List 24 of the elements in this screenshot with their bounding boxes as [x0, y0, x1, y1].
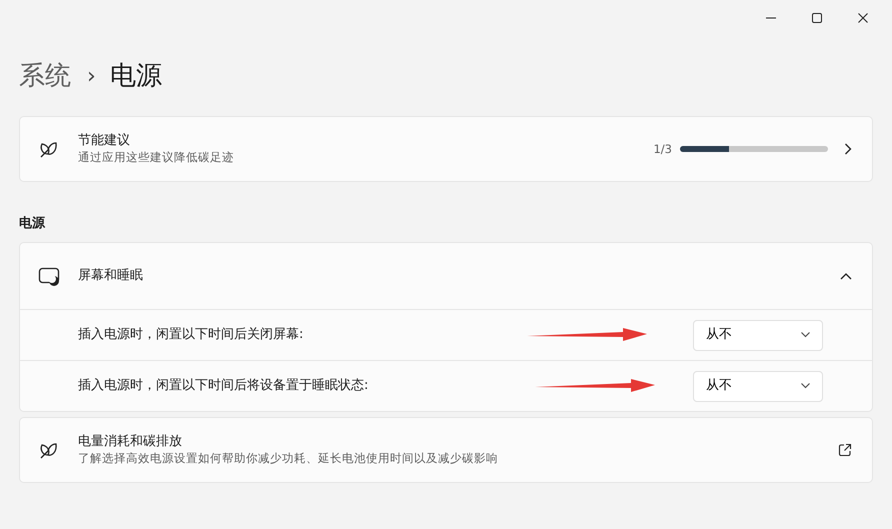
card-subtitle: 了解选择高效电源设置如何帮助你减少功耗、延长电池使用时间以及减少碳影响 — [78, 450, 499, 466]
dropdown[interactable]: 从不 — [693, 370, 823, 402]
maximize-icon — [812, 13, 822, 23]
setting-label: 插入电源时，闲置以下时间后将设备置于睡眠状态: — [78, 378, 370, 394]
energy-card[interactable]: 电量消耗和碳排放 了解选择高效电源设置如何帮助你减少功耗、延长电池使用时间以及减少碳影响 — [19, 417, 873, 483]
progress-count: 1/3 — [653, 142, 672, 156]
page-title: 电源 — [110, 60, 162, 92]
chevron-down-icon — [801, 332, 810, 338]
recommendations-card[interactable]: 节能建议 通过应用这些建议降低碳足迹 1/3 — [19, 116, 873, 182]
card-title: 屏幕和睡眠 — [78, 268, 144, 284]
card-subtitle: 通过应用这些建议降低碳足迹 — [78, 150, 235, 165]
monitor-moon-icon — [38, 265, 60, 287]
chevron-right-icon — [844, 143, 852, 155]
breadcrumb-link[interactable]: 系统 — [19, 56, 71, 96]
external-link-icon — [838, 443, 852, 457]
setting-label: 插入电源时，闲置以下时间后关闭屏幕: — [78, 326, 304, 344]
card-title: 电量消耗和碳排放 — [78, 434, 183, 451]
chevron-down-icon — [801, 383, 810, 389]
breadcrumb-separator: › — [87, 62, 96, 90]
dropdown[interactable]: 从不 — [693, 320, 823, 350]
card-title: 节能建议 — [78, 133, 131, 150]
expander-header[interactable]: 屏幕和睡眠 — [20, 243, 872, 309]
close-icon — [858, 13, 868, 23]
section-heading: 电源 — [18, 215, 46, 234]
